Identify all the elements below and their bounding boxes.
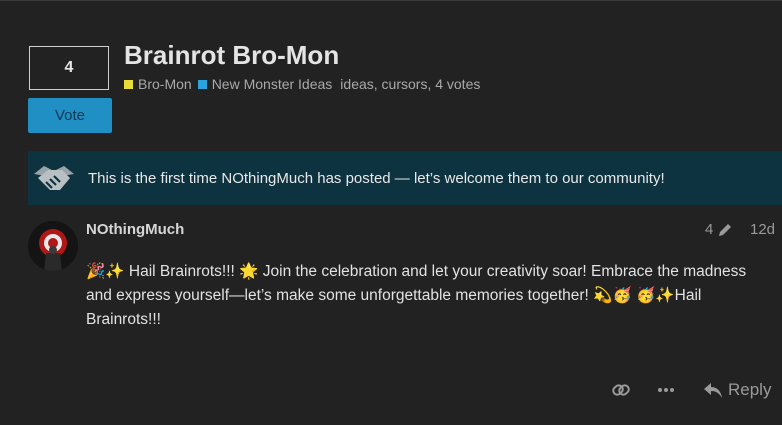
post-date[interactable]: 12d [750, 221, 775, 238]
topic-title[interactable]: Brainrot Bro-Mon [124, 40, 339, 71]
copy-link-button[interactable] [611, 376, 631, 404]
category-bro-mon[interactable]: Bro-Mon [124, 76, 192, 92]
reply-icon [704, 383, 722, 398]
avatar-image [28, 221, 78, 271]
more-actions-button[interactable] [656, 376, 676, 404]
edit-count: 4 [705, 221, 714, 238]
topic-tags[interactable]: ideas, cursors, 4 votes [340, 76, 480, 92]
edit-history[interactable]: 4 [705, 221, 733, 238]
reply-button[interactable]: Reply [703, 376, 771, 404]
post-body: 🎉✨ Hail Brainrots!!! 🌟 Join the celebrat… [86, 263, 747, 328]
category-swatch [197, 79, 207, 89]
more-icon [658, 388, 674, 392]
pencil-icon [719, 223, 732, 236]
vote-button[interactable]: Vote [28, 98, 112, 133]
user-avatar[interactable] [28, 221, 78, 271]
handshake-icon [34, 166, 74, 190]
topic-meta: Bro-Mon New Monster Ideas ideas, cursors… [124, 76, 480, 92]
category-new-monster-ideas[interactable]: New Monster Ideas [197, 76, 333, 92]
first-post-banner: This is the first time NOthingMuch has p… [28, 151, 782, 205]
category-label: Bro-Mon [138, 76, 192, 92]
category-label: New Monster Ideas [211, 76, 333, 92]
post-username[interactable]: NOthingMuch [86, 221, 184, 238]
vote-count: 4 [29, 46, 109, 90]
category-swatch [124, 79, 133, 89]
top-divider [0, 0, 782, 1]
reply-label: Reply [728, 380, 772, 399]
link-icon [612, 384, 630, 396]
welcome-message: This is the first time NOthingMuch has p… [88, 169, 665, 187]
